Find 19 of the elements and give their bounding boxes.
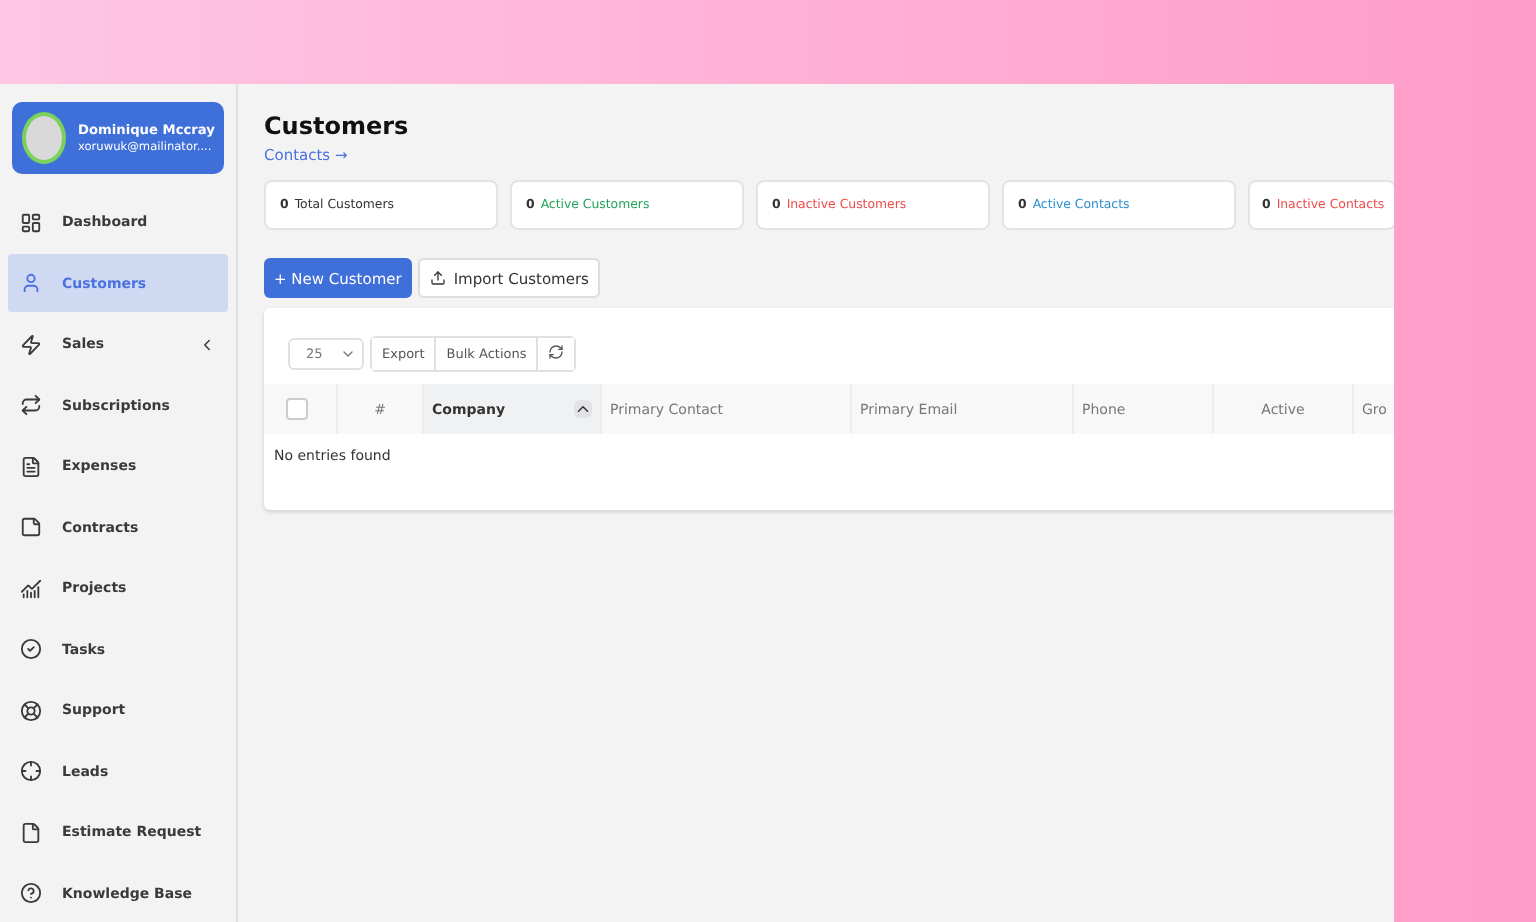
lightning-icon <box>20 333 42 356</box>
dashboard-icon <box>20 211 42 234</box>
sort-icon <box>574 400 592 418</box>
note-icon <box>20 516 42 539</box>
refresh-icon <box>548 344 565 360</box>
avatar <box>22 111 66 164</box>
upload-icon <box>429 270 446 286</box>
checkbox[interactable] <box>286 398 308 420</box>
lifebuoy-icon <box>20 699 42 722</box>
page-title: Customers <box>264 112 411 140</box>
repeat-icon <box>20 394 42 417</box>
user-icon <box>20 272 42 295</box>
check-circle-icon <box>20 638 42 661</box>
chevron-down-icon <box>340 346 356 362</box>
file-icon <box>20 821 42 844</box>
help-icon <box>20 882 42 905</box>
crosshair-icon <box>20 760 42 783</box>
document-icon <box>20 455 42 478</box>
chart-icon <box>20 577 42 600</box>
